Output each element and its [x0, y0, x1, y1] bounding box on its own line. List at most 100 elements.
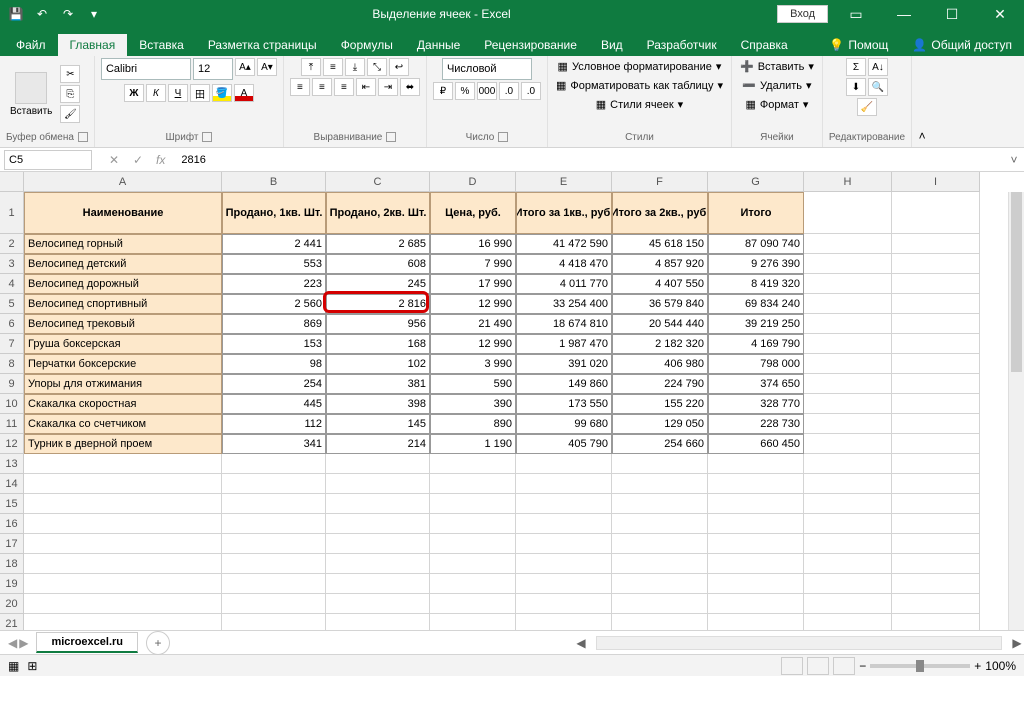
row-header-12[interactable]: 12: [0, 434, 24, 454]
cell-G3[interactable]: 9 276 390: [708, 254, 804, 274]
format-as-table-button[interactable]: ▦Форматировать как таблицу▾: [554, 77, 725, 94]
redo-icon[interactable]: ↷: [56, 2, 80, 26]
page-layout-view-icon[interactable]: [807, 657, 829, 675]
cell-E12[interactable]: 405 790: [516, 434, 612, 454]
page-break-view-icon[interactable]: [833, 657, 855, 675]
cell-E7[interactable]: 1 987 470: [516, 334, 612, 354]
cell-D21[interactable]: [430, 614, 516, 630]
header-cell-D[interactable]: Цена, руб.: [430, 192, 516, 234]
login-button[interactable]: Вход: [777, 5, 828, 23]
cell-F15[interactable]: [612, 494, 708, 514]
insert-cells-button[interactable]: ➕Вставить▾: [738, 58, 816, 75]
cell-G17[interactable]: [708, 534, 804, 554]
cell-F12[interactable]: 254 660: [612, 434, 708, 454]
cell-A8[interactable]: Перчатки боксерские: [24, 354, 222, 374]
hscroll-right-icon[interactable]: ▶: [1010, 636, 1024, 650]
cell-H4[interactable]: [804, 274, 892, 294]
header-cell-B[interactable]: Продано, 1кв. Шт.: [222, 192, 326, 234]
currency-icon[interactable]: ₽: [433, 82, 453, 100]
cell-I5[interactable]: [892, 294, 980, 314]
cell-B10[interactable]: 445: [222, 394, 326, 414]
cell-I10[interactable]: [892, 394, 980, 414]
cell-A20[interactable]: [24, 594, 222, 614]
format-painter-icon[interactable]: 🖌: [60, 105, 80, 123]
cell-C3[interactable]: 608: [326, 254, 430, 274]
cell-H11[interactable]: [804, 414, 892, 434]
cell-D8[interactable]: 3 990: [430, 354, 516, 374]
zoom-level[interactable]: 100%: [985, 659, 1016, 673]
macro-record-icon[interactable]: ▦: [8, 659, 19, 673]
row-header-10[interactable]: 10: [0, 394, 24, 414]
font-launcher[interactable]: [202, 132, 212, 142]
column-header-B[interactable]: B: [222, 172, 326, 192]
cell-F9[interactable]: 224 790: [612, 374, 708, 394]
cell-E6[interactable]: 18 674 810: [516, 314, 612, 334]
qat-customize-icon[interactable]: ▾: [82, 2, 106, 26]
cell-A14[interactable]: [24, 474, 222, 494]
cell-H5[interactable]: [804, 294, 892, 314]
cell-G20[interactable]: [708, 594, 804, 614]
find-icon[interactable]: 🔍: [868, 78, 888, 96]
dec-decimal-icon[interactable]: .0: [521, 82, 541, 100]
bold-button[interactable]: Ж: [124, 84, 144, 102]
minimize-icon[interactable]: —: [884, 0, 924, 28]
cell-A11[interactable]: Скакалка со счетчиком: [24, 414, 222, 434]
cell-F7[interactable]: 2 182 320: [612, 334, 708, 354]
cell-G15[interactable]: [708, 494, 804, 514]
underline-button[interactable]: Ч: [168, 84, 188, 102]
row-header-9[interactable]: 9: [0, 374, 24, 394]
cell-G2[interactable]: 87 090 740: [708, 234, 804, 254]
cell-C18[interactable]: [326, 554, 430, 574]
cell-G21[interactable]: [708, 614, 804, 630]
fill-color-icon[interactable]: 🪣: [212, 84, 232, 102]
cell-G18[interactable]: [708, 554, 804, 574]
column-header-H[interactable]: H: [804, 172, 892, 192]
cell-F13[interactable]: [612, 454, 708, 474]
conditional-format-button[interactable]: ▦Условное форматирование▾: [556, 58, 724, 75]
tab-developer[interactable]: Разработчик: [635, 34, 729, 56]
cell-H8[interactable]: [804, 354, 892, 374]
column-header-I[interactable]: I: [892, 172, 980, 192]
paste-button[interactable]: Вставить: [6, 70, 56, 119]
cell-C17[interactable]: [326, 534, 430, 554]
cell-C2[interactable]: 2 685: [326, 234, 430, 254]
row-header-3[interactable]: 3: [0, 254, 24, 274]
row-header-1[interactable]: 1: [0, 192, 24, 234]
inc-decimal-icon[interactable]: .0: [499, 82, 519, 100]
enter-formula-icon[interactable]: ✓: [128, 153, 148, 167]
cell-E14[interactable]: [516, 474, 612, 494]
row-header-18[interactable]: 18: [0, 554, 24, 574]
cell-H2[interactable]: [804, 234, 892, 254]
cell-I16[interactable]: [892, 514, 980, 534]
maximize-icon[interactable]: ☐: [932, 0, 972, 28]
cell-H14[interactable]: [804, 474, 892, 494]
cell-B19[interactable]: [222, 574, 326, 594]
column-header-F[interactable]: F: [612, 172, 708, 192]
row-header-7[interactable]: 7: [0, 334, 24, 354]
font-size-combo[interactable]: [193, 58, 233, 80]
header-cell-C[interactable]: Продано, 2кв. Шт.: [326, 192, 430, 234]
cell-A7[interactable]: Груша боксерская: [24, 334, 222, 354]
cell-F20[interactable]: [612, 594, 708, 614]
cell-C10[interactable]: 398: [326, 394, 430, 414]
cell-F17[interactable]: [612, 534, 708, 554]
cell-A10[interactable]: Скакалка скоростная: [24, 394, 222, 414]
clipboard-launcher[interactable]: [78, 132, 88, 142]
cell-B6[interactable]: 869: [222, 314, 326, 334]
percent-icon[interactable]: %: [455, 82, 475, 100]
cell-A2[interactable]: Велосипед горный: [24, 234, 222, 254]
tab-view[interactable]: Вид: [589, 34, 635, 56]
cell-A13[interactable]: [24, 454, 222, 474]
sort-icon[interactable]: A↓: [868, 58, 888, 76]
cell-D16[interactable]: [430, 514, 516, 534]
cell-E21[interactable]: [516, 614, 612, 630]
cell-B4[interactable]: 223: [222, 274, 326, 294]
cell-G5[interactable]: 69 834 240: [708, 294, 804, 314]
align-bottom-icon[interactable]: ⤓: [345, 58, 365, 76]
header-cell-G[interactable]: Итого: [708, 192, 804, 234]
cell-E8[interactable]: 391 020: [516, 354, 612, 374]
tab-insert[interactable]: Вставка: [127, 34, 196, 56]
cell-I8[interactable]: [892, 354, 980, 374]
row-header-19[interactable]: 19: [0, 574, 24, 594]
cell-D7[interactable]: 12 990: [430, 334, 516, 354]
